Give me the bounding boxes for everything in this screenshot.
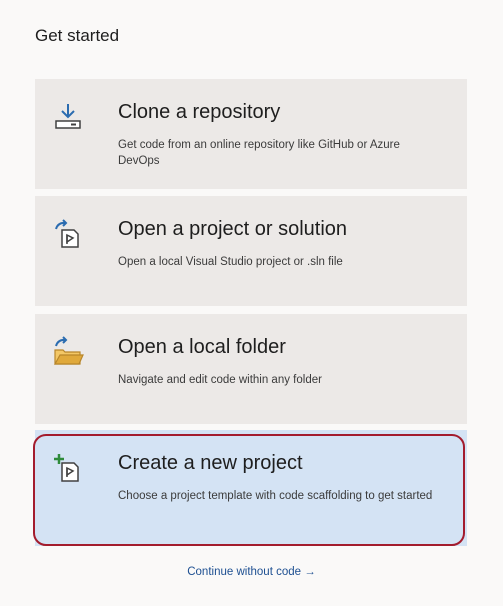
open-local-folder-button[interactable]: Open a local folder Navigate and edit co… (35, 314, 467, 424)
new-project-icon (52, 452, 84, 484)
continue-without-code-link[interactable]: Continue without code → (0, 566, 503, 578)
card-title: Open a local folder (118, 336, 286, 358)
card-title: Clone a repository (118, 101, 281, 123)
open-project-button[interactable]: Open a project or solution Open a local … (35, 196, 467, 306)
page-title: Get started (35, 26, 120, 45)
card-description: Navigate and edit code within any folder (118, 374, 322, 386)
card-description: Choose a project template with code scaf… (118, 490, 433, 502)
clone-repository-button[interactable]: Clone a repository Get code from an onli… (35, 79, 467, 189)
card-title: Open a project or solution (118, 218, 348, 240)
open-project-icon (52, 218, 84, 250)
create-new-project-button[interactable]: Create a new project Choose a project te… (35, 430, 467, 546)
continue-label: Continue without code (187, 566, 302, 578)
card-title: Create a new project (118, 452, 303, 474)
download-repository-icon (52, 101, 84, 133)
card-description: Open a local Visual Studio project or .s… (118, 256, 343, 268)
arrow-right-icon: → (304, 566, 316, 578)
card-description: Get code from an online repository like … (118, 139, 400, 167)
open-folder-icon (52, 336, 84, 368)
